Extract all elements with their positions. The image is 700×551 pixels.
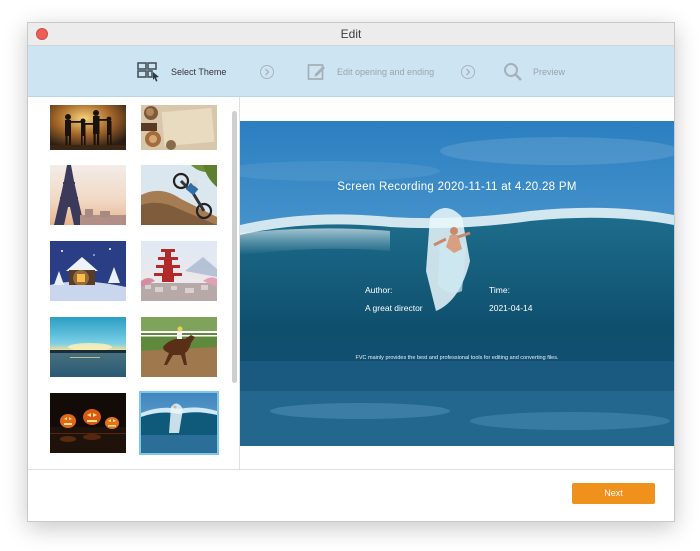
theme-thumb-eiffel-tower[interactable]: [50, 165, 126, 225]
step-label-select-theme: Select Theme: [171, 67, 227, 77]
step-bar: Select Theme Edit opening and ending Pre…: [28, 46, 674, 97]
preview-title: Screen Recording 2020-11-11 at 4.20.28 P…: [337, 181, 577, 193]
window-title: Edit: [340, 27, 362, 41]
step-arrow-icon: [260, 65, 274, 79]
theme-list: [28, 97, 239, 469]
theme-list-scrollbar[interactable]: [232, 111, 237, 383]
step-preview[interactable]: Preview: [503, 62, 565, 82]
search-icon: [504, 63, 522, 81]
time-label: Time:: [489, 285, 510, 295]
theme-thumb-family-sunset[interactable]: [50, 105, 126, 150]
theme-thumb-motocross[interactable]: [141, 165, 217, 225]
step-select-theme[interactable]: Select Theme: [137, 62, 226, 82]
author-value: A great director: [365, 303, 423, 313]
theme-thumb-surfer-wave[interactable]: [139, 391, 219, 455]
theme-thumb-vintage-paper[interactable]: [141, 105, 217, 150]
next-button[interactable]: Next: [572, 483, 655, 504]
theme-thumb-halloween-pumpkins[interactable]: [50, 393, 126, 453]
step-label-preview: Preview: [533, 67, 566, 77]
edit-icon: [307, 64, 325, 80]
theme-thumb-horse-racing[interactable]: [141, 317, 217, 377]
title-bar: Edit: [28, 23, 674, 46]
time-value: 2021-04-14: [489, 303, 533, 313]
preview-background: [240, 121, 674, 446]
footer-divider: [28, 469, 674, 470]
theme-thumb-snowy-cabin[interactable]: [50, 241, 126, 301]
step-label-edit-opening: Edit opening and ending: [337, 67, 435, 77]
edit-window: Edit Select Theme Edit opening and endin…: [27, 22, 675, 522]
step-arrow-icon: [461, 65, 475, 79]
preview-area: Screen Recording 2020-11-11 at 4.20.28 P…: [240, 121, 674, 446]
step-edit-opening[interactable]: Edit opening and ending: [307, 62, 434, 82]
theme-thumb-pagoda-city[interactable]: [141, 241, 217, 301]
theme-thumb-lake-sunset[interactable]: [50, 317, 126, 377]
preview-footer-text: FVC mainly provides the best and profess…: [355, 355, 559, 361]
theme-grid-icon: [137, 62, 159, 82]
author-label: Author:: [365, 285, 393, 295]
